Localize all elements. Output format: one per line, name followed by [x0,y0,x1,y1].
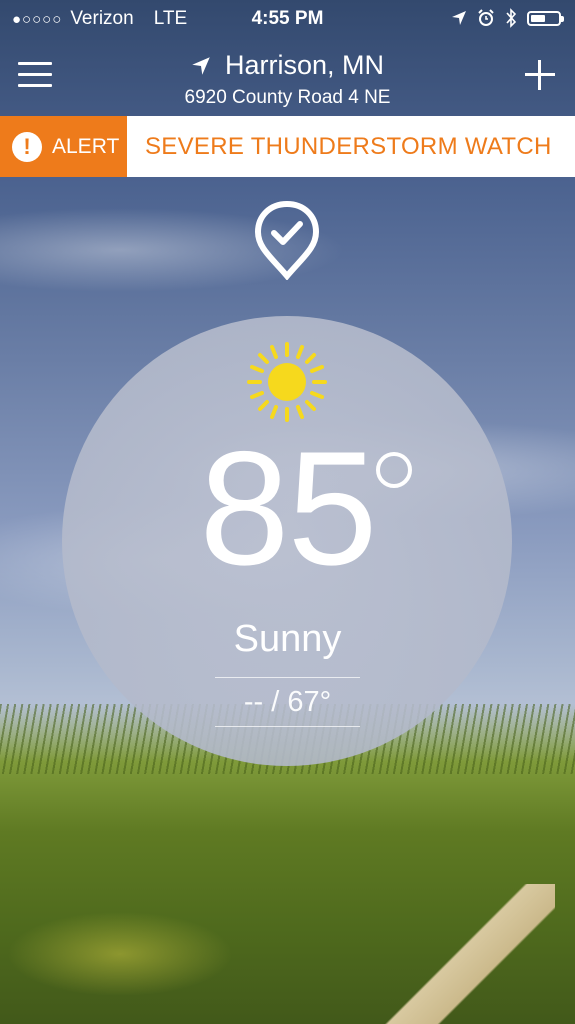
current-temperature: 85 [199,418,377,599]
degree-symbol [376,452,412,488]
sun-icon [247,342,327,422]
alert-tag: ! ALERT [0,116,127,177]
hi-lo-temperature: -- / 67° [243,686,332,718]
current-condition: Sunny [233,618,342,660]
alarm-icon [478,9,494,26]
alert-banner[interactable]: ! ALERT SEVERE THUNDERSTORM WATCH [0,116,575,177]
status-bar: ●○○○○ Verizon LTE 4:55 PM [0,0,575,38]
exclamation-icon: ! [12,131,42,162]
location-city-row: Harrison, MN [0,50,575,81]
battery-icon [527,10,564,26]
status-right [451,8,564,28]
location-arrow-icon [452,11,466,25]
location-header: Harrison, MN 6920 County Road 4 NE [0,38,575,116]
dirt-path [385,884,555,1024]
location-address: 6920 County Road 4 NE [184,87,391,108]
location-city: Harrison, MN [224,50,385,80]
bluetooth-icon [506,8,517,28]
plus-icon[interactable] [525,60,555,90]
hi-lo-container: -- / 67° [215,677,360,727]
checkmark-pin-icon[interactable] [254,200,320,280]
location-info[interactable]: Harrison, MN 6920 County Road 4 NE [0,50,575,109]
location-arrow-icon [192,56,210,75]
alert-message: SEVERE THUNDERSTORM WATCH [145,132,552,160]
alert-label: ALERT [52,134,120,158]
